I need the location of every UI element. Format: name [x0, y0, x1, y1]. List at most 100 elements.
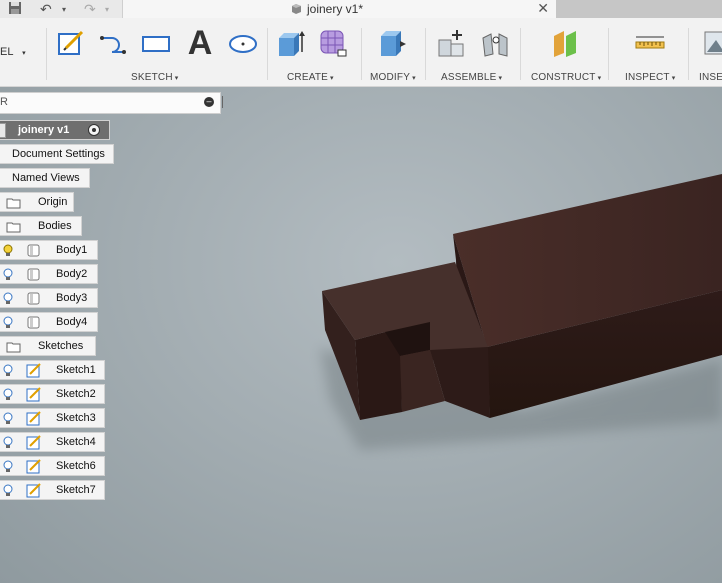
origin-label: Origin	[38, 196, 68, 208]
light-bulb-off-icon[interactable]	[3, 388, 13, 402]
sketches-folder-node[interactable]: Sketches	[0, 336, 96, 356]
model-body-main[interactable]	[453, 174, 722, 418]
sketch-icon	[26, 363, 41, 378]
close-tab-button[interactable]: ✕	[537, 0, 549, 17]
sketch-line-tool-button[interactable]	[98, 28, 128, 58]
extrude-button[interactable]	[276, 28, 306, 58]
sketch-label: Sketch7	[56, 484, 96, 496]
sketch-label: Sketch3	[56, 412, 96, 424]
undo-icon[interactable]: ↶	[40, 1, 52, 18]
caret-icon: ▾	[174, 75, 179, 82]
workspace-label: EL	[0, 46, 14, 58]
body-icon	[26, 291, 41, 306]
insert-image-button[interactable]	[704, 28, 722, 58]
folder-icon	[6, 339, 21, 354]
inspect-menu[interactable]: INSPECT ▾	[625, 72, 675, 83]
sketch-icon	[26, 411, 41, 426]
sketch-node-7[interactable]: Sketch7	[0, 480, 105, 500]
light-bulb-off-icon[interactable]	[3, 484, 13, 498]
folder-icon	[6, 219, 21, 234]
modify-menu[interactable]: MODIFY ▾	[370, 72, 416, 83]
body-label: Body2	[56, 268, 88, 280]
save-icon[interactable]	[8, 1, 22, 18]
tab-strip-empty	[556, 0, 722, 18]
body-node-3[interactable]: Body3	[0, 288, 98, 308]
light-bulb-off-icon[interactable]	[3, 412, 13, 426]
document-title: joinery v1*	[307, 2, 364, 16]
sketch-icon	[26, 387, 41, 402]
construct-menu[interactable]: CONSTRUCT ▾	[531, 72, 601, 83]
document-settings-node[interactable]: Document Settings	[0, 144, 114, 164]
named-views-label: Named Views	[12, 172, 80, 184]
redo-dropdown-icon[interactable]: ▾	[105, 5, 109, 14]
measure-button[interactable]	[635, 28, 665, 58]
named-views-node[interactable]: Named Views	[0, 168, 90, 188]
browser-search-bar[interactable]: R –	[0, 92, 221, 114]
sketch-node-6[interactable]: Sketch6	[0, 456, 105, 476]
body-label: Body3	[56, 292, 88, 304]
light-bulb-on-icon[interactable]	[3, 244, 13, 258]
light-bulb-off-icon[interactable]	[3, 436, 13, 450]
bodies-label: Bodies	[38, 220, 72, 232]
redo-icon[interactable]: ↷	[84, 1, 96, 18]
pin-icon[interactable]	[222, 96, 225, 108]
offset-plane-button[interactable]	[551, 28, 581, 58]
new-component-button[interactable]	[437, 28, 467, 58]
body-icon	[26, 267, 41, 282]
separator	[608, 28, 609, 80]
bodies-folder-node[interactable]: Bodies	[0, 216, 82, 236]
sketch-node-3[interactable]: Sketch3	[0, 408, 105, 428]
sketch-menu[interactable]: SKETCH ▾	[131, 72, 178, 83]
caret-icon: ▾	[597, 75, 602, 82]
workspace-switcher[interactable]: EL ▾	[0, 46, 26, 58]
create-menu[interactable]: CREATE ▾	[287, 72, 334, 83]
3d-viewport[interactable]	[0, 0, 722, 583]
sketch-label: Sketch6	[56, 460, 96, 472]
separator	[46, 28, 47, 80]
body-label: Body4	[56, 316, 88, 328]
assemble-menu[interactable]: ASSEMBLE ▾	[441, 72, 502, 83]
document-settings-label: Document Settings	[12, 148, 105, 160]
press-pull-button[interactable]	[378, 28, 408, 58]
sketch-icon	[26, 435, 41, 450]
sketch-node-4[interactable]: Sketch4	[0, 432, 105, 452]
undo-dropdown-icon[interactable]: ▾	[62, 5, 66, 14]
sketch-rectangle-tool-button[interactable]	[141, 28, 171, 58]
origin-node[interactable]: Origin	[0, 192, 74, 212]
light-bulb-off-icon[interactable]	[3, 316, 13, 330]
sketch-node-2[interactable]: Sketch2	[0, 384, 105, 404]
form-button[interactable]	[318, 28, 348, 58]
browser-root-node[interactable]: joinery v1	[0, 120, 110, 140]
insert-menu[interactable]: INSE	[699, 72, 722, 83]
activate-radio-icon[interactable]	[88, 124, 100, 136]
sketch-label: Sketch2	[56, 388, 96, 400]
component-icon	[0, 123, 6, 138]
sketch-ellipse-tool-button[interactable]	[228, 28, 258, 58]
body-node-4[interactable]: Body4	[0, 312, 98, 332]
body-icon	[26, 243, 41, 258]
joint-button[interactable]	[481, 28, 511, 58]
sketch-text-tool-button[interactable]: A	[185, 26, 215, 60]
caret-icon: ▾	[330, 75, 334, 82]
create-sketch-button[interactable]	[56, 28, 86, 58]
title-bar: ↶ ▾ ↷ ▾ joinery v1* ✕	[0, 0, 722, 18]
light-bulb-off-icon[interactable]	[3, 292, 13, 306]
light-bulb-off-icon[interactable]	[3, 268, 13, 282]
separator	[520, 28, 521, 80]
body-node-2[interactable]: Body2	[0, 264, 98, 284]
body-icon	[26, 315, 41, 330]
light-bulb-off-icon[interactable]	[3, 460, 13, 474]
chevron-down-icon: ▾	[22, 50, 26, 57]
body-node-1[interactable]: Body1	[0, 240, 98, 260]
sketch-label: Sketch1	[56, 364, 96, 376]
collapse-icon[interactable]: –	[204, 97, 214, 107]
browser-title: R	[0, 96, 8, 108]
sketches-label: Sketches	[38, 340, 84, 352]
document-icon	[291, 3, 302, 14]
body-label: Body1	[56, 244, 88, 256]
sketch-node-1[interactable]: Sketch1	[0, 360, 105, 380]
document-tab[interactable]: joinery v1* ✕	[122, 0, 557, 18]
root-label: joinery v1	[14, 124, 74, 136]
folder-icon	[6, 195, 21, 210]
light-bulb-off-icon[interactable]	[3, 364, 13, 378]
